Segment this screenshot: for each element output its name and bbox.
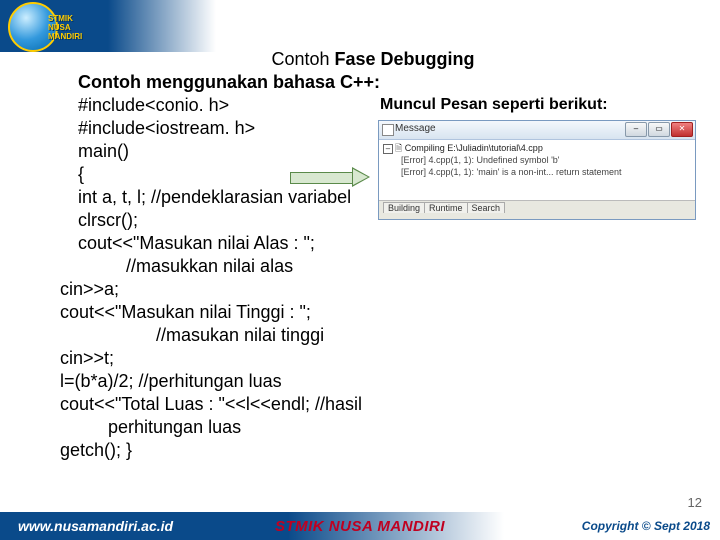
slide-title: Contoh Fase Debugging (38, 48, 708, 71)
footer-url: www.nusamandiri.ac.id (18, 518, 173, 534)
arrow-icon (290, 168, 370, 186)
code-line: cout<<"Masukan nilai Alas : "; (78, 232, 708, 255)
window-title: Message (395, 123, 436, 134)
code-line: cin>>a; (60, 278, 708, 301)
code-line: cout<<"Total Luas : "<<l<<endl; //hasil (60, 393, 708, 416)
footer-institution: STMIK NUSA MANDIRI (275, 518, 445, 535)
close-button[interactable]: ✕ (671, 122, 693, 137)
message-body: –🗎 Compiling E:\Juliadin\tutorial\4.cpp … (379, 140, 695, 202)
code-line: l=(b*a)/2; //perhitungan luas (60, 370, 708, 393)
tree-root: –🗎 Compiling E:\Juliadin\tutorial\4.cpp (383, 142, 691, 154)
code-line: //masukan nilai tinggi (108, 324, 708, 347)
maximize-button[interactable]: ▭ (648, 122, 670, 137)
code-line: cin>>t; (60, 347, 708, 370)
page-number: 12 (688, 495, 702, 510)
code-line: //masukkan nilai alas (78, 255, 708, 278)
window-icon (382, 124, 394, 136)
error-line: [Error] 4.cpp(1, 1): Undefined symbol 'b… (383, 154, 691, 166)
minimize-button[interactable]: – (625, 122, 647, 137)
slide-subtitle: Contoh menggunakan bahasa C++: (78, 71, 708, 94)
tab-search[interactable]: Search (467, 202, 506, 213)
message-tabs: BuildingRuntimeSearch (379, 200, 695, 219)
footer-bar: www.nusamandiri.ac.id STMIK NUSA MANDIRI… (0, 512, 720, 540)
header-bar: STMIKNUSA MANDIRI (0, 0, 720, 52)
tab-building[interactable]: Building (383, 202, 425, 213)
institution-logo: STMIKNUSA MANDIRI (8, 2, 98, 52)
footer-copyright: Copyright © Sept 2018 (582, 519, 710, 533)
message-label: Muncul Pesan seperti berikut: (380, 96, 608, 114)
tree-expand-icon[interactable]: – (383, 144, 393, 154)
code-line: cout<<"Masukan nilai Tinggi : "; (60, 301, 708, 324)
code-line: perhitungan luas (108, 416, 708, 439)
window-titlebar: Message – ▭ ✕ (379, 121, 695, 140)
error-line: [Error] 4.cpp(1, 1): 'main' is a non-int… (383, 166, 691, 178)
tab-runtime[interactable]: Runtime (424, 202, 468, 213)
logo-text: STMIKNUSA MANDIRI (48, 14, 98, 41)
compiler-message-window: Message – ▭ ✕ –🗎 Compiling E:\Juliadin\t… (378, 120, 696, 220)
window-controls: – ▭ ✕ (625, 122, 693, 137)
code-line: getch(); } (60, 439, 708, 462)
